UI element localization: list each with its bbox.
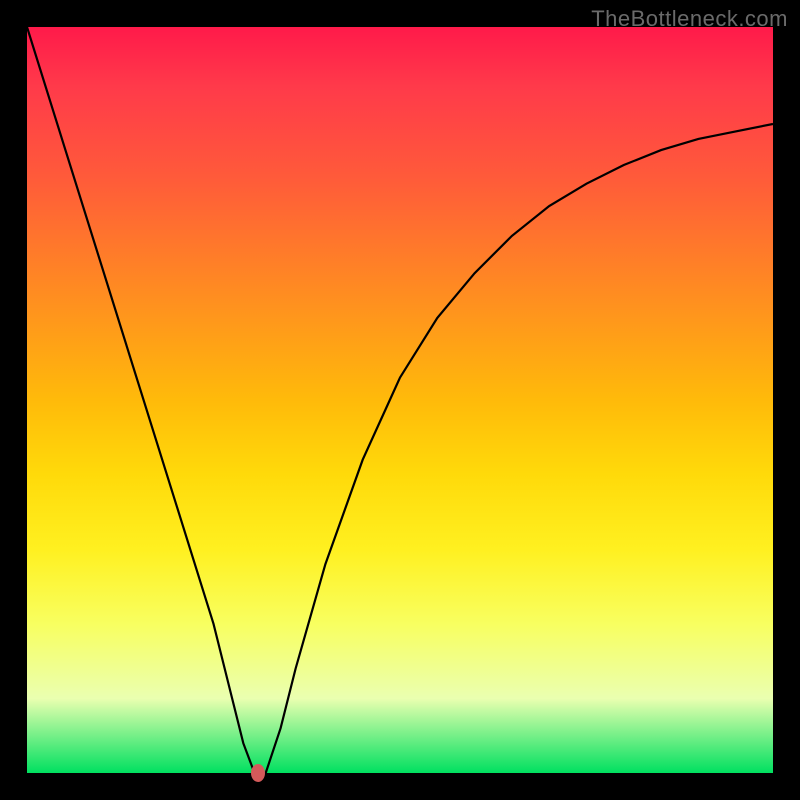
watermark-text: TheBottleneck.com	[591, 6, 788, 32]
optimum-marker	[251, 764, 265, 782]
chart-background	[27, 27, 773, 773]
